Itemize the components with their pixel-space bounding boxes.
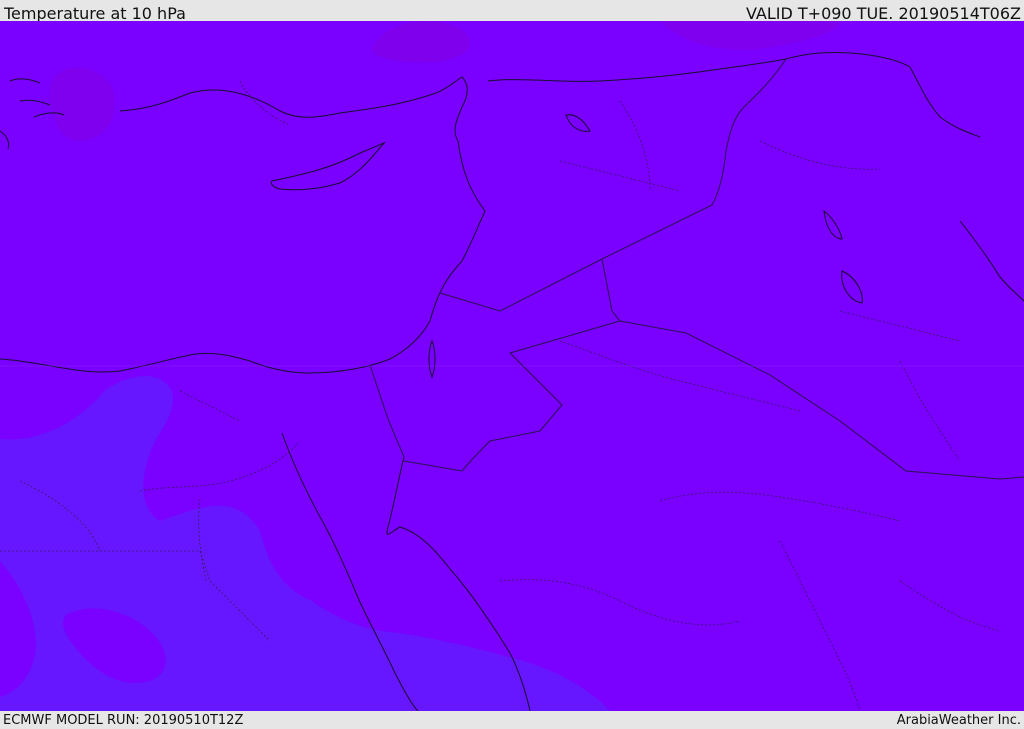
credit-label: ArabiaWeather Inc. bbox=[896, 713, 1021, 728]
map-canvas bbox=[0, 21, 1024, 711]
model-run-label: ECMWF MODEL RUN: 20190510T12Z bbox=[3, 713, 244, 728]
map-viewer: Temperature at 10 hPa VALID T+090 TUE. 2… bbox=[0, 0, 1024, 729]
